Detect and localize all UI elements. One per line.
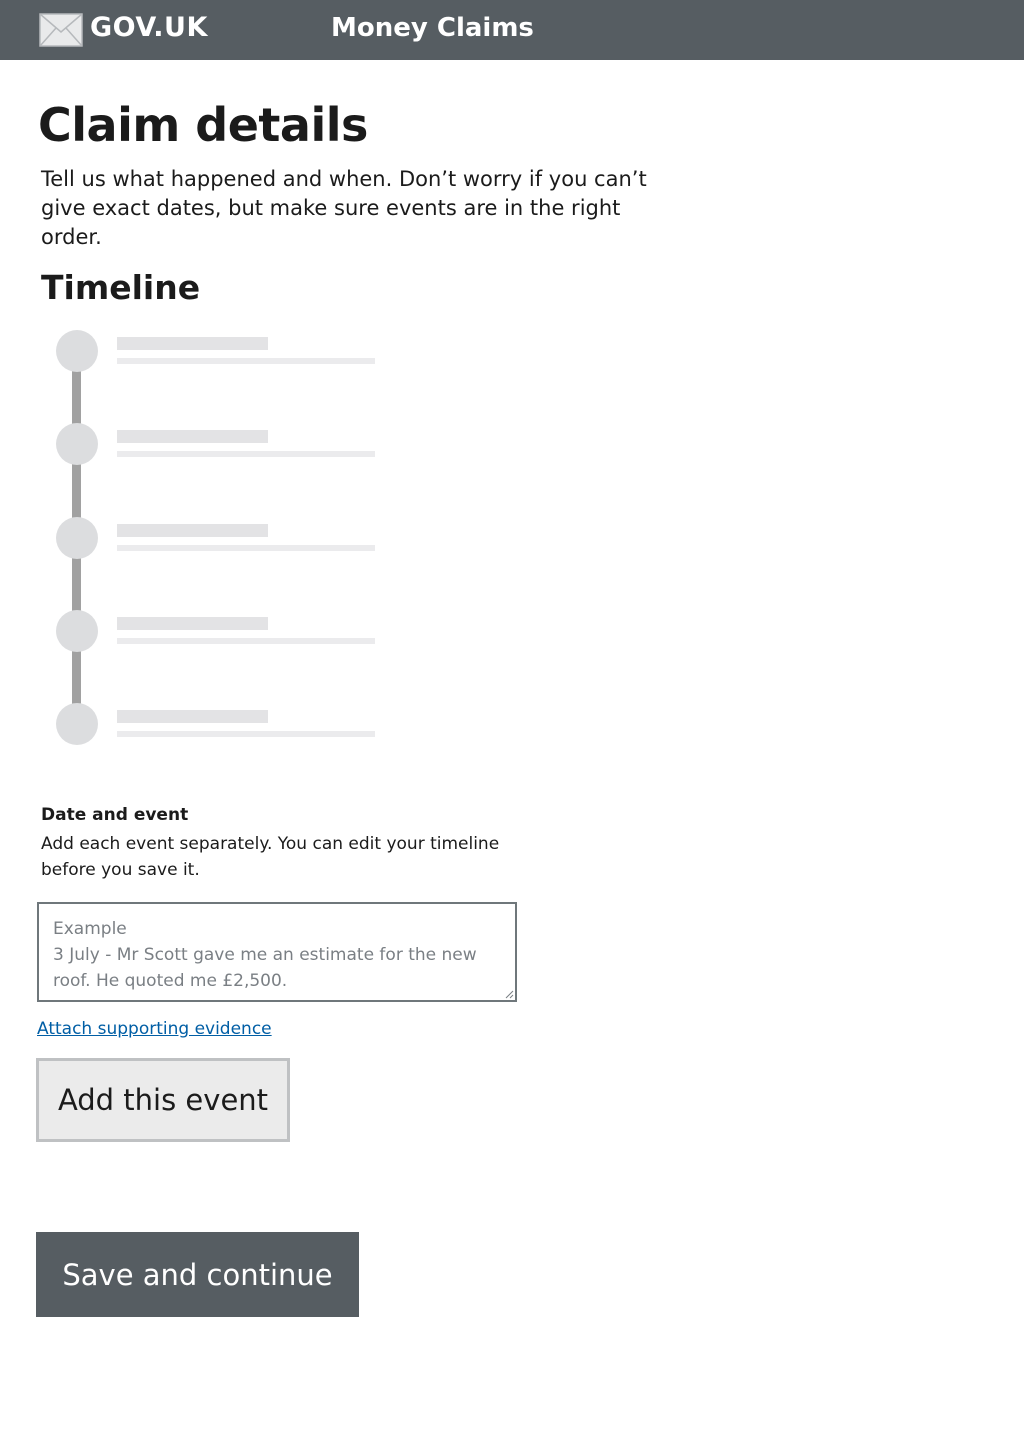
timeline-placeholder-title-bar — [117, 710, 268, 723]
event-textarea[interactable]: Example 3 July - Mr Scott gave me an est… — [37, 902, 517, 1002]
timeline-placeholder-text-bar — [117, 638, 375, 644]
timeline-dot — [56, 703, 98, 745]
timeline-placeholder-title-bar — [117, 337, 268, 350]
timeline-placeholder-item — [56, 703, 386, 745]
resize-grip-icon[interactable] — [504, 989, 514, 999]
govuk-logo-text[interactable]: GOV.UK — [90, 12, 208, 43]
timeline-dot — [56, 517, 98, 559]
timeline-heading: Timeline — [41, 268, 201, 307]
save-and-continue-button[interactable]: Save and continue — [36, 1232, 359, 1317]
intro-line-1: Tell us what happened and when. Don’t wo… — [41, 167, 647, 191]
timeline-placeholder-item — [56, 610, 386, 652]
placeholder-line: roof. He quoted me £2,500. — [53, 971, 288, 991]
timeline-placeholder — [56, 330, 386, 750]
timeline-placeholder-text-bar — [117, 451, 375, 457]
timeline-dot — [56, 330, 98, 372]
page-title: Claim details — [38, 98, 368, 152]
timeline-placeholder-item — [56, 423, 386, 465]
envelope-icon — [39, 13, 83, 47]
event-textarea-placeholder: Example 3 July - Mr Scott gave me an est… — [53, 916, 493, 994]
placeholder-line: 3 July - Mr Scott gave me an estimate fo… — [53, 945, 477, 965]
event-field-hint: Add each event separately. You can edit … — [41, 834, 500, 880]
timeline-placeholder-text-bar — [117, 358, 375, 364]
placeholder-line: Example — [53, 919, 127, 939]
timeline-placeholder-item — [56, 517, 386, 559]
site-header: GOV.UK Money Claims — [0, 0, 1024, 60]
add-event-button[interactable]: Add this event — [36, 1058, 290, 1142]
event-field-label: Date and event — [41, 805, 189, 825]
timeline-dot — [56, 423, 98, 465]
timeline-placeholder-item — [56, 330, 386, 372]
timeline-placeholder-title-bar — [117, 617, 268, 630]
timeline-placeholder-text-bar — [117, 545, 375, 551]
service-name[interactable]: Money Claims — [331, 13, 534, 43]
intro-line-2: give exact dates, but make sure events a… — [41, 196, 621, 249]
attach-evidence-link[interactable]: Attach supporting evidence — [37, 1019, 272, 1039]
timeline-placeholder-title-bar — [117, 524, 268, 537]
timeline-dot — [56, 610, 98, 652]
timeline-placeholder-title-bar — [117, 430, 268, 443]
timeline-placeholder-text-bar — [117, 731, 375, 737]
intro-text: Tell us what happened and when. Don’t wo… — [41, 165, 681, 252]
